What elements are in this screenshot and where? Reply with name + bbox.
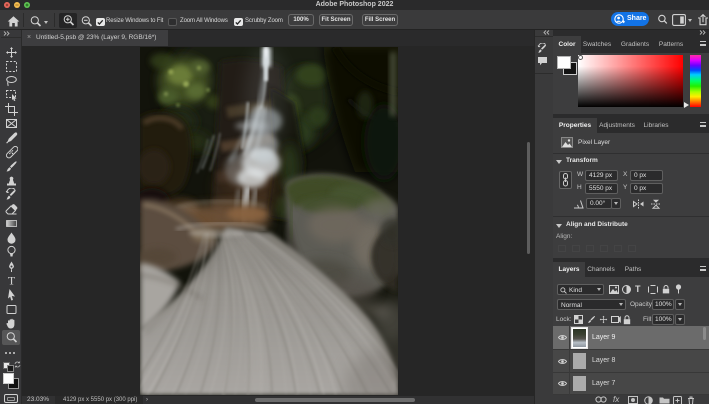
svg-text:T: T <box>7 274 15 287</box>
